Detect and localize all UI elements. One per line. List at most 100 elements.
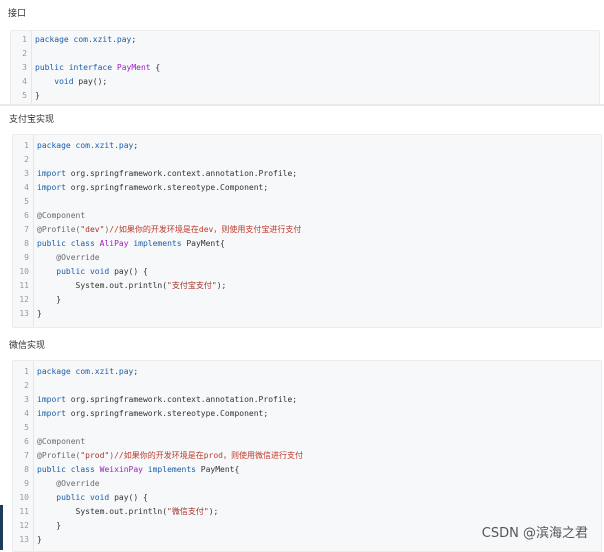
section-title-weixin: 微信实现 [9, 341, 46, 351]
code-token: import [37, 409, 71, 418]
line-number: 7 [24, 225, 29, 234]
code-token: package [35, 35, 74, 44]
code-line: 5 [13, 195, 601, 209]
code-token: @Override [56, 479, 100, 488]
code-token: { [150, 63, 161, 72]
section-weixin: 微信实现 1 package com.xzit.pay; 2 3 import org.… [4, 332, 604, 552]
code-text: @Profile("prod")//如果你的开发环境是在prod，则使用微信进行… [37, 449, 303, 463]
code-text: package com.xzit.pay; [37, 139, 138, 153]
code-line: 7 @Profile("prod")//如果你的开发环境是在prod，则使用微信进… [13, 449, 601, 463]
code-token: ; [133, 141, 139, 150]
code-text: package com.xzit.pay; [37, 365, 138, 379]
code-token: System.out.println( [37, 281, 168, 290]
code-text: @Component [37, 435, 85, 449]
code-text: import org.springframework.stereotype.Co… [37, 407, 268, 421]
line-number: 4 [24, 183, 29, 192]
code-line: 6 @Component [13, 209, 601, 223]
line-number: 5 [24, 197, 29, 206]
code-line: 4 import org.springframework.stereotype.C… [13, 181, 601, 195]
line-number: 11 [19, 507, 29, 516]
code-token: com.xzit.pay [73, 35, 132, 44]
code-line: 8 public class AliPay implements PayMent{ [13, 237, 601, 251]
code-line: 6 @Component [13, 435, 601, 449]
code-token: ); [208, 507, 219, 516]
code-text: System.out.println("微信支付"); [37, 505, 219, 519]
code-text: public class WeixinPay implements PayMen… [37, 463, 239, 477]
code-token: void [54, 77, 74, 86]
code-line: 2 [11, 47, 599, 61]
code-token: PayMent{ [200, 465, 240, 474]
code-token: "支付宝支付" [167, 281, 217, 290]
code-token: } [37, 535, 42, 544]
code-line: 5} [11, 89, 599, 103]
line-number: 3 [22, 63, 27, 72]
code-text: public interface PayMent { [35, 61, 160, 75]
code-text: System.out.println("支付宝支付"); [37, 279, 227, 293]
code-token: @Component [37, 437, 86, 446]
code-token: import [37, 169, 71, 178]
code-token: com.xzit.pay [75, 367, 134, 376]
left-edge-strip [0, 505, 3, 550]
code-line: 4 import org.springframework.stereotype.C… [13, 407, 601, 421]
code-line: 2 [13, 379, 601, 393]
code-text: import org.springframework.context.annot… [37, 393, 297, 407]
code-token: public void [56, 493, 110, 502]
code-text: } [37, 293, 61, 307]
code-token: } [35, 91, 40, 100]
code-line: 9 @Override [13, 251, 601, 265]
code-token: WeixinPay [99, 465, 143, 474]
code-token: //如果你的开发环境是在prod，则使用微信进行支付 [114, 451, 303, 460]
line-number: 3 [24, 169, 29, 178]
code-text: } [37, 307, 42, 321]
code-block-alipay: 1 package com.xzit.pay; 2 3 import org.sprin… [12, 134, 602, 328]
line-number: 13 [19, 535, 29, 544]
code-text: void pay(); [35, 75, 107, 89]
code-line: 9 @Override [13, 477, 601, 491]
code-line: 10 public void pay() { [13, 265, 601, 279]
line-number: 12 [19, 295, 29, 304]
code-token: @Profile( [37, 225, 81, 234]
code-token: @Component [37, 211, 86, 220]
line-number: 4 [22, 77, 27, 86]
code-token: implements [128, 239, 187, 248]
code-token: org.springframework.stereotype.Component… [70, 409, 269, 418]
code-token: package [37, 367, 76, 376]
line-number: 11 [19, 281, 29, 290]
line-number: 6 [24, 437, 29, 446]
code-text: public void pay() { [37, 265, 148, 279]
line-number: 10 [19, 493, 29, 502]
code-line: 13} [13, 307, 601, 321]
code-token: org.springframework.context.annotation.P… [70, 395, 298, 404]
line-number: 9 [24, 253, 29, 262]
code-line: 1 package com.xzit.pay; [11, 33, 599, 47]
code-text: @Override [37, 251, 100, 265]
code-token: } [37, 295, 62, 304]
code-token: "dev" [80, 225, 105, 234]
code-line: 10 public void pay() { [13, 491, 601, 505]
code-token: ; [131, 35, 137, 44]
code-line: 8 public class WeixinPay implements PayMe… [13, 463, 601, 477]
code-token: ); [216, 281, 227, 290]
code-text: import org.springframework.stereotype.Co… [37, 181, 268, 195]
line-number: 2 [24, 155, 29, 164]
code-token: public void [56, 267, 110, 276]
code-line: 12 } [13, 293, 601, 307]
section-alipay: 支付宝实现 1 package com.xzit.pay; 2 3 import org… [4, 106, 604, 330]
code-token: @Override [56, 253, 100, 262]
line-number: 1 [24, 367, 29, 376]
code-token: public class [37, 465, 100, 474]
code-token: pay() { [109, 493, 148, 502]
line-number: 13 [19, 309, 29, 318]
line-number: 2 [22, 49, 27, 58]
code-block-interface: 1 package com.xzit.pay; 2 3 public interface… [10, 30, 600, 106]
line-number: 4 [24, 409, 29, 418]
code-token: org.springframework.stereotype.Component… [70, 183, 269, 192]
section-title-alipay: 支付宝实现 [9, 115, 55, 125]
code-token: PayMent [116, 63, 151, 72]
code-token: pay() { [109, 267, 148, 276]
line-number: 8 [24, 465, 29, 474]
line-number: 1 [24, 141, 29, 150]
code-line: 1 package com.xzit.pay; [13, 139, 601, 153]
code-text: public class AliPay implements PayMent{ [37, 237, 225, 251]
